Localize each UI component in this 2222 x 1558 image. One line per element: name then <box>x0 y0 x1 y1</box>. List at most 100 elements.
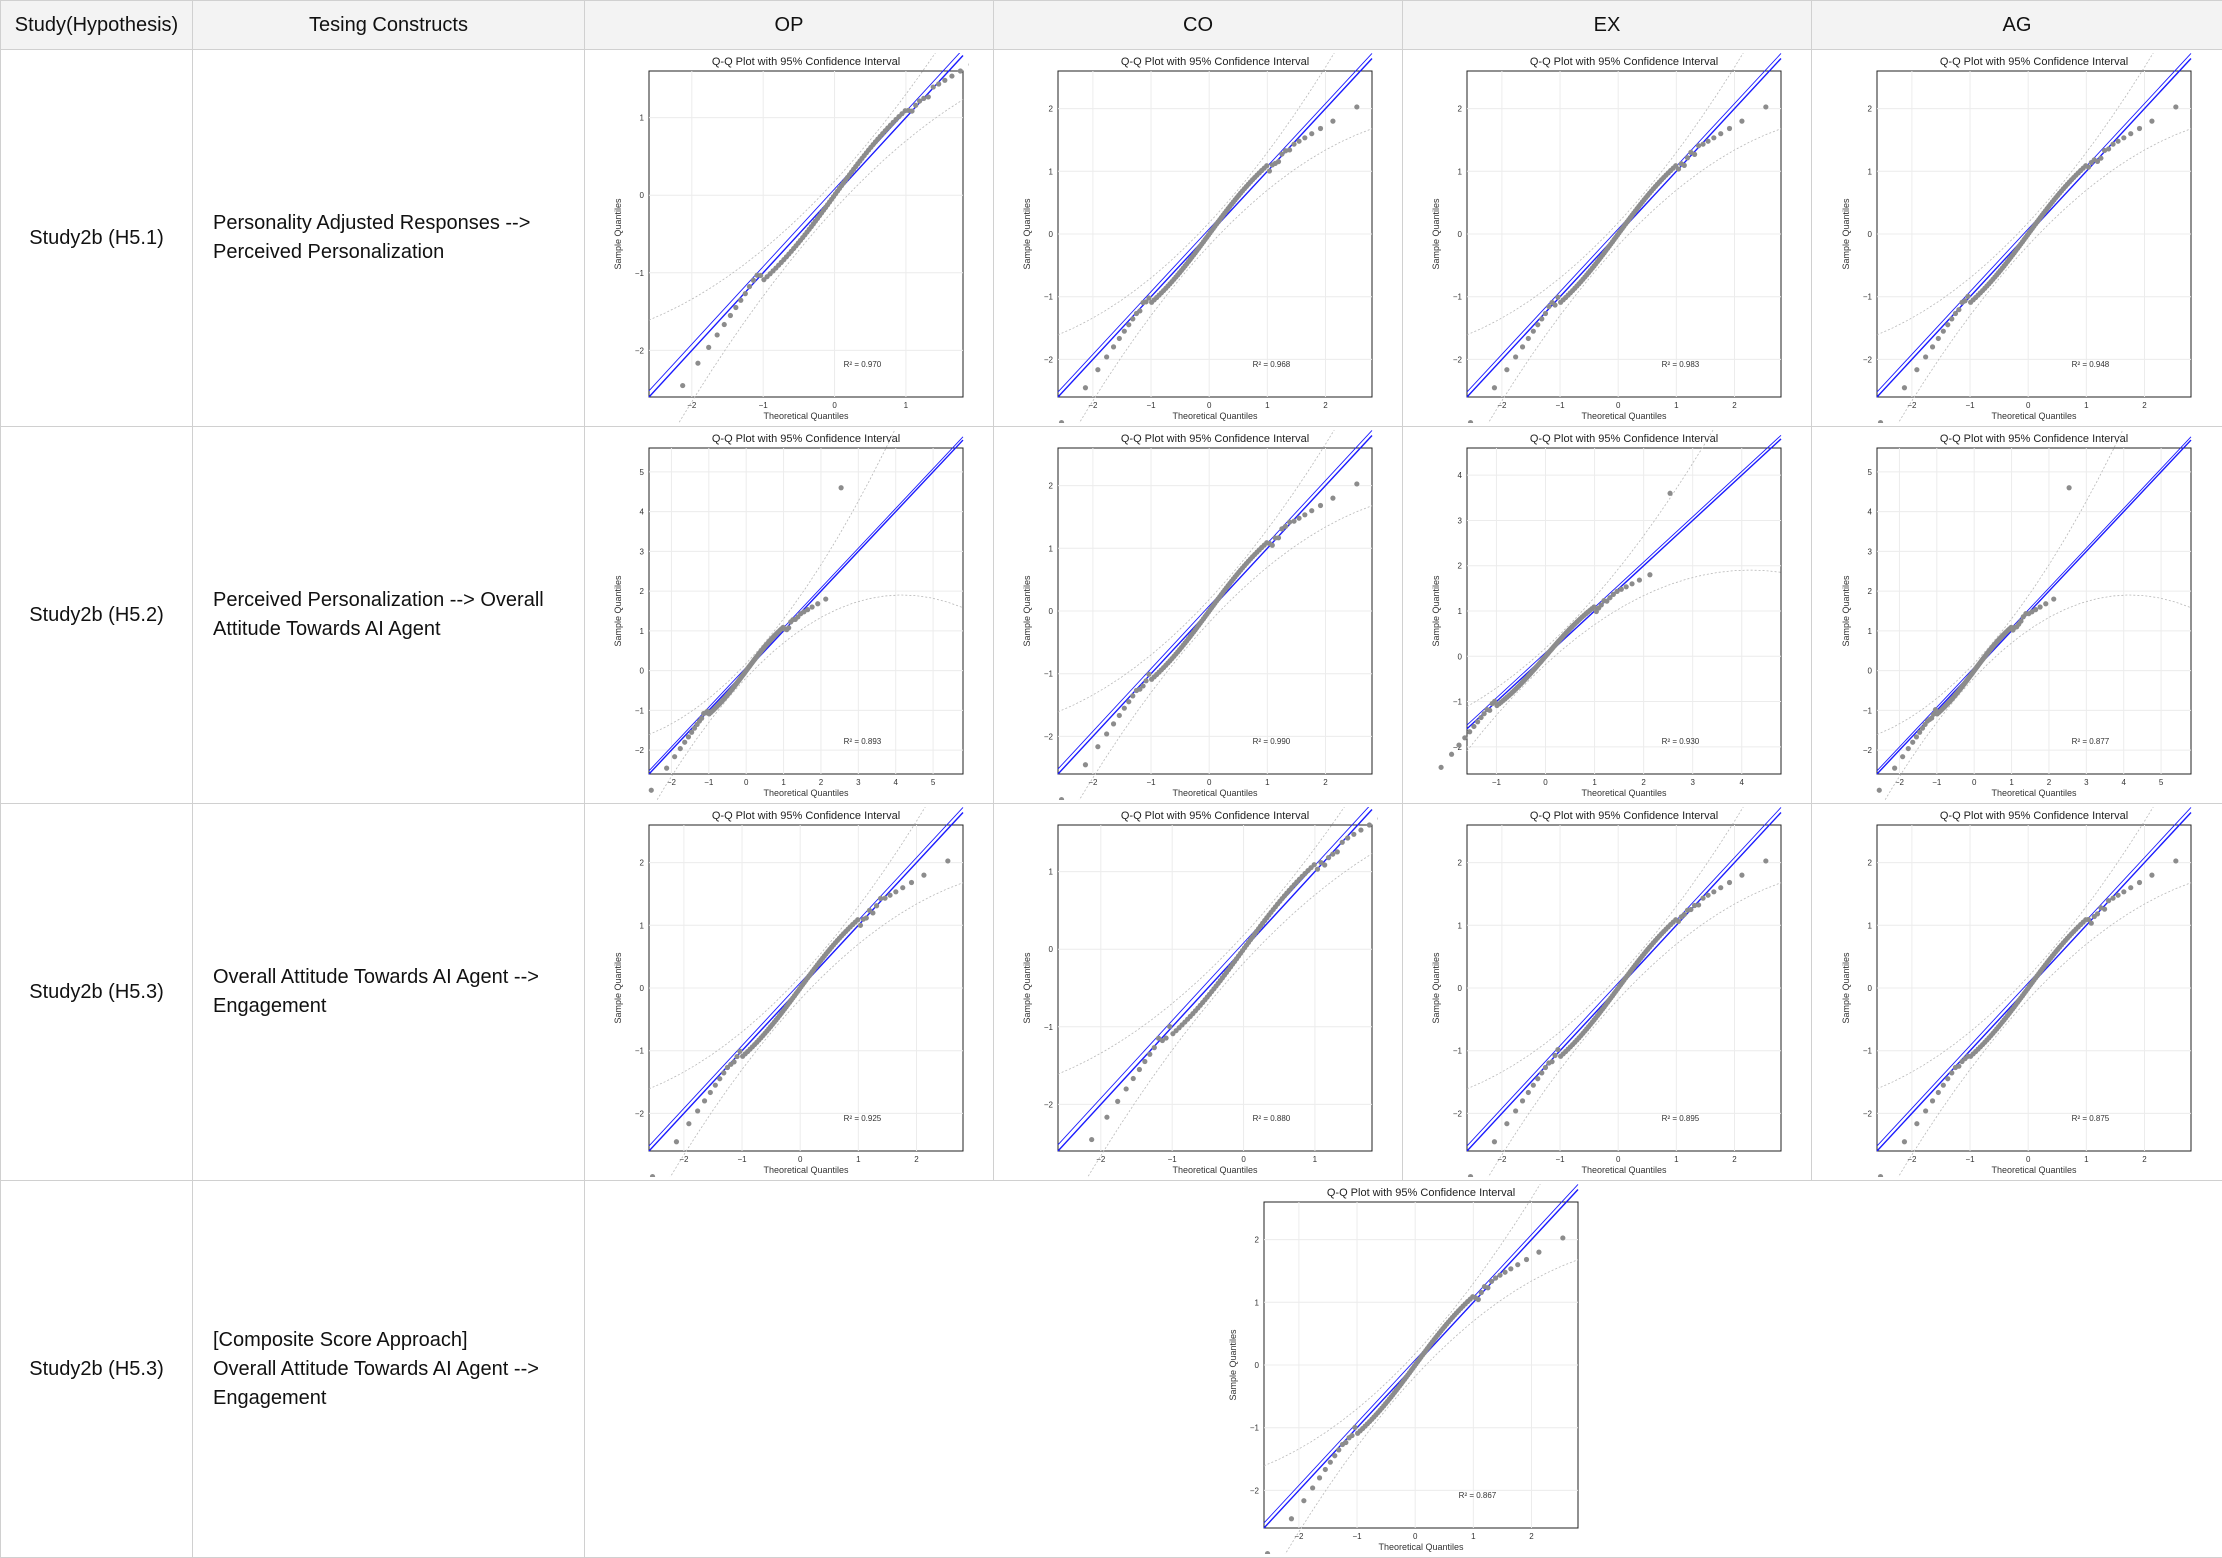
y-tick-label: −1 <box>1453 1047 1463 1056</box>
y-tick-label: 1 <box>1049 167 1054 176</box>
data-point <box>1530 1082 1536 1088</box>
data-point <box>2115 138 2121 144</box>
data-point <box>873 903 880 909</box>
y-tick-label: 2 <box>1868 859 1873 868</box>
data-point <box>685 734 692 740</box>
x-axis-label: Theoretical Quantiles <box>1172 788 1258 798</box>
data-point <box>1559 1235 1565 1241</box>
y-tick-label: −2 <box>1863 746 1873 755</box>
y-tick-label: −2 <box>1863 355 1873 364</box>
data-point <box>1684 155 1691 161</box>
data-point <box>1542 310 1549 317</box>
y-tick-label: −1 <box>1863 706 1873 715</box>
data-point <box>2128 885 2134 891</box>
data-point <box>1546 303 1552 310</box>
qq-plot: Q-Q Plot with 95% Confidence Interval −2 −… <box>613 53 969 423</box>
y-axis-label: Sample Quantiles <box>613 198 623 270</box>
x-tick-label: 0 <box>1543 778 1548 787</box>
data-point <box>1900 754 1906 760</box>
data-point <box>2136 125 2143 132</box>
y-tick-label: 1 <box>1254 1298 1259 1307</box>
data-point <box>1082 762 1089 768</box>
data-point <box>1151 1045 1157 1051</box>
y-tick-label: 2 <box>1868 105 1873 114</box>
plot-title: Q-Q Plot with 95% Confidence Interval <box>1940 810 2128 822</box>
data-point <box>1945 322 1951 328</box>
table-row: Study2b (H5.3) Overall Attitude Towards … <box>0 803 2222 1181</box>
data-point <box>1618 586 1624 592</box>
data-point <box>1956 307 1962 313</box>
data-point <box>1110 721 1117 727</box>
x-axis-label: Theoretical Quantiles <box>763 788 849 798</box>
data-point <box>942 77 948 83</box>
y-tick-label: −1 <box>635 1047 645 1056</box>
y-tick-label: 1 <box>1868 627 1873 636</box>
plot-title: Q-Q Plot with 95% Confidence Interval <box>1940 56 2128 68</box>
y-tick-label: 0 <box>1868 230 1873 239</box>
x-axis-label: Theoretical Quantiles <box>1172 1165 1258 1175</box>
data-point <box>1475 1296 1481 1303</box>
data-point <box>738 297 744 303</box>
y-tick-label: 1 <box>1868 921 1873 930</box>
data-point <box>2085 164 2092 170</box>
data-point <box>1291 141 1297 147</box>
data-point <box>900 885 906 891</box>
x-tick-label: 0 <box>1972 778 1977 787</box>
x-axis-label: Theoretical Quantiles <box>1581 1165 1667 1175</box>
data-point <box>757 272 764 279</box>
x-tick-label: −2 <box>1088 778 1098 787</box>
x-tick-label: 1 <box>904 401 909 410</box>
x-tick-label: 2 <box>1641 778 1646 787</box>
data-point <box>699 715 705 721</box>
table-row: Study2b (H5.1) Personality Adjusted Resp… <box>0 49 2222 427</box>
data-point <box>1291 518 1297 524</box>
y-tick-label: −1 <box>1044 670 1054 679</box>
y-tick-label: 0 <box>1049 230 1054 239</box>
header-co: CO <box>993 0 1403 50</box>
data-point <box>664 765 670 771</box>
qq-plot: Q-Q Plot with 95% Confidence Interval −2 −… <box>1022 807 1378 1177</box>
data-point <box>680 382 686 389</box>
data-point <box>1322 862 1328 868</box>
data-point <box>1718 885 1724 891</box>
data-point <box>1264 163 1270 169</box>
data-point <box>1339 839 1345 845</box>
data-point <box>2088 920 2094 926</box>
data-point <box>1335 1447 1341 1453</box>
data-point <box>1700 141 1706 147</box>
data-point <box>1104 354 1110 360</box>
data-point <box>1475 719 1481 725</box>
x-tick-label: 1 <box>1471 1532 1476 1541</box>
qq-plot: Q-Q Plot with 95% Confidence Interval −2 −… <box>1431 53 1782 423</box>
data-point <box>1287 519 1293 525</box>
x-tick-label: 0 <box>1616 1155 1621 1164</box>
y-axis-label: Sample Quantiles <box>1022 952 1032 1024</box>
y-tick-label: −2 <box>635 746 645 755</box>
x-tick-label: 2 <box>1732 401 1737 410</box>
y-tick-label: −2 <box>1453 355 1463 364</box>
data-point <box>2066 485 2072 491</box>
data-point <box>1089 1136 1095 1143</box>
x-axis-label: Theoretical Quantiles <box>1991 788 2077 798</box>
y-tick-label: 2 <box>1458 562 1463 571</box>
r-squared-label: R² = 0.893 <box>844 737 882 746</box>
x-tick-label: 2 <box>2142 401 2147 410</box>
data-point <box>1334 849 1340 855</box>
x-tick-label: 1 <box>2009 778 2014 787</box>
data-point <box>1467 419 1474 423</box>
data-point <box>1462 735 1468 741</box>
x-tick-label: 1 <box>1313 1155 1318 1164</box>
y-axis-label: Sample Quantiles <box>1841 198 1851 270</box>
plot-cell-co: Q-Q Plot with 95% Confidence Interval −2 −… <box>993 426 1403 804</box>
x-tick-label: 0 <box>1412 1532 1417 1541</box>
data-point <box>1523 1256 1529 1263</box>
y-tick-label: −2 <box>635 1109 645 1118</box>
data-point <box>2051 596 2057 602</box>
x-tick-label: 0 <box>744 778 749 787</box>
data-point <box>1696 143 1702 149</box>
data-point <box>2106 146 2112 152</box>
data-point <box>649 1173 656 1177</box>
y-tick-label: 0 <box>1049 607 1054 616</box>
y-tick-label: −1 <box>1044 293 1054 302</box>
x-tick-label: 2 <box>2142 1155 2147 1164</box>
